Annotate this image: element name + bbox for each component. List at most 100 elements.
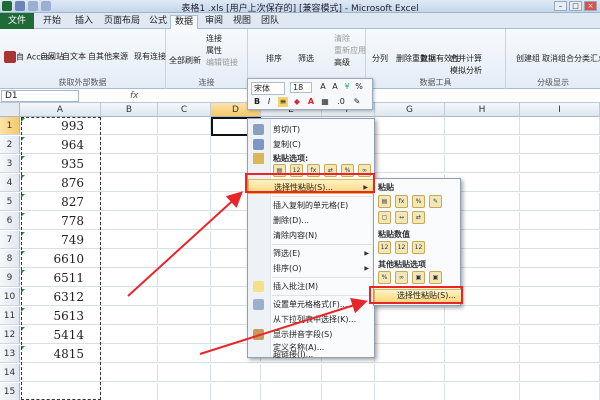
row-header-13[interactable]: 13 [0, 345, 20, 363]
cell-e14[interactable] [261, 364, 322, 382]
consolidate-button[interactable]: 合并计算 [450, 53, 482, 64]
row-header-15[interactable]: 15 [0, 383, 20, 400]
properties-button[interactable]: 属性 [206, 45, 222, 56]
cell-c3[interactable] [158, 155, 211, 173]
menu-pick-from-list[interactable]: 从下拉列表中选择(K)... [248, 312, 374, 327]
paste-column-widths-icon[interactable]: ↔ [395, 211, 408, 224]
menu-clear-contents[interactable]: 清除内容(N) [248, 228, 374, 243]
group-button[interactable]: 创建组 [516, 53, 540, 64]
cell-i5[interactable] [520, 193, 600, 211]
paste-formulas-format-icon[interactable]: % [412, 195, 425, 208]
cell-c15[interactable] [158, 383, 211, 400]
reapply-button[interactable]: 重新应用 [334, 45, 366, 56]
ungroup-button[interactable]: 取消组合 [542, 53, 574, 64]
cell-h2[interactable] [445, 136, 520, 154]
align-center-icon[interactable]: ≡ [278, 97, 288, 107]
cell-g3[interactable] [375, 155, 445, 173]
cell-i9[interactable] [520, 269, 600, 287]
cell-i11[interactable] [520, 307, 600, 325]
menu-format-cells[interactable]: 设置单元格格式(F)... [248, 297, 374, 312]
tab-data[interactable]: 数据 [170, 15, 198, 29]
font-size-box[interactable]: 18 [290, 82, 312, 93]
tab-team[interactable]: 团队 [256, 15, 284, 29]
cell-g2[interactable] [375, 136, 445, 154]
cell-g11[interactable] [375, 307, 445, 325]
cell-b5[interactable] [101, 193, 158, 211]
cell-d14[interactable] [211, 364, 261, 382]
menu-insert-copied-cells[interactable]: 插入复制的单元格(E) [248, 198, 374, 213]
menu-hyperlink[interactable]: 超链接(I)... [248, 351, 374, 359]
paste-formulas-icon[interactable]: fx [395, 195, 408, 208]
cell-g15[interactable] [375, 383, 445, 400]
cell-b10[interactable] [101, 288, 158, 306]
filter-button[interactable]: 筛选 [298, 53, 314, 64]
cell-c10[interactable] [158, 288, 211, 306]
cell-b3[interactable] [101, 155, 158, 173]
cell-i15[interactable] [520, 383, 600, 400]
paste-linked-picture-icon[interactable]: ▣ [429, 271, 442, 284]
cell-i6[interactable] [520, 212, 600, 230]
cell-c12[interactable] [158, 326, 211, 344]
cell-i14[interactable] [520, 364, 600, 382]
row-header-2[interactable]: 2 [0, 136, 20, 154]
menu-cut[interactable]: 剪切(T) [248, 122, 374, 137]
cell-h3[interactable] [445, 155, 520, 173]
tab-home[interactable]: 开始 [38, 15, 66, 29]
cell-c4[interactable] [158, 174, 211, 192]
cell-i3[interactable] [520, 155, 600, 173]
font-name-box[interactable]: 宋体 [251, 82, 285, 95]
paste-values-icon[interactable]: 12 [378, 241, 391, 254]
connections-button[interactable]: 连接 [206, 33, 222, 44]
column-header-h[interactable]: H [445, 103, 520, 117]
borders-icon[interactable]: ▦ [320, 97, 330, 107]
fill-color-icon[interactable]: ◆ [292, 97, 302, 107]
cell-i10[interactable] [520, 288, 600, 306]
column-header-b[interactable]: B [101, 103, 158, 117]
cell-b11[interactable] [101, 307, 158, 325]
row-header-7[interactable]: 7 [0, 231, 20, 249]
paste-icon[interactable]: ▤ [378, 195, 391, 208]
cell-i2[interactable] [520, 136, 600, 154]
cell-b7[interactable] [101, 231, 158, 249]
cell-b14[interactable] [101, 364, 158, 382]
decimal-icon[interactable]: .0 [336, 97, 346, 107]
row-header-8[interactable]: 8 [0, 250, 20, 268]
column-header-c[interactable]: C [158, 103, 211, 117]
font-color-icon[interactable]: A [306, 97, 316, 107]
row-header-11[interactable]: 11 [0, 307, 20, 325]
row-header-3[interactable]: 3 [0, 155, 20, 173]
column-header-g[interactable]: G [375, 103, 445, 117]
cell-b8[interactable] [101, 250, 158, 268]
from-web-button[interactable]: 自网站 [40, 51, 64, 62]
cell-e15[interactable] [261, 383, 322, 400]
cell-h15[interactable] [445, 383, 520, 400]
refresh-all-button[interactable]: 全部刷新 [169, 55, 201, 66]
tab-file[interactable]: 文件 [0, 13, 34, 29]
cell-h12[interactable] [445, 326, 520, 344]
what-if-button[interactable]: 模拟分析 [450, 65, 482, 76]
cell-c11[interactable] [158, 307, 211, 325]
menu-insert-comment[interactable]: 插入批注(M) [248, 279, 374, 294]
cell-b12[interactable] [101, 326, 158, 344]
cell-b9[interactable] [101, 269, 158, 287]
currency-icon[interactable]: ¥ [342, 82, 352, 92]
paste-values-number-format-icon[interactable]: 12 [395, 241, 408, 254]
cell-g14[interactable] [375, 364, 445, 382]
name-box[interactable]: D1 [1, 90, 79, 102]
cell-f14[interactable] [322, 364, 375, 382]
menu-copy[interactable]: 复制(C) [248, 137, 374, 152]
row-header-10[interactable]: 10 [0, 288, 20, 306]
tab-insert[interactable]: 插入 [70, 15, 98, 29]
edit-links-button[interactable]: 编辑链接 [206, 57, 238, 68]
cell-h1[interactable] [445, 117, 520, 135]
paste-no-borders-icon[interactable]: ▢ [378, 211, 391, 224]
cell-i8[interactable] [520, 250, 600, 268]
cell-b15[interactable] [101, 383, 158, 400]
row-header-1[interactable]: 1 [0, 117, 20, 135]
row-header-14[interactable]: 14 [0, 364, 20, 382]
tab-page-layout[interactable]: 页面布局 [100, 15, 144, 29]
paste-picture-icon[interactable]: ▣ [412, 271, 425, 284]
cell-b6[interactable] [101, 212, 158, 230]
cell-c7[interactable] [158, 231, 211, 249]
cell-g1[interactable] [375, 117, 445, 135]
